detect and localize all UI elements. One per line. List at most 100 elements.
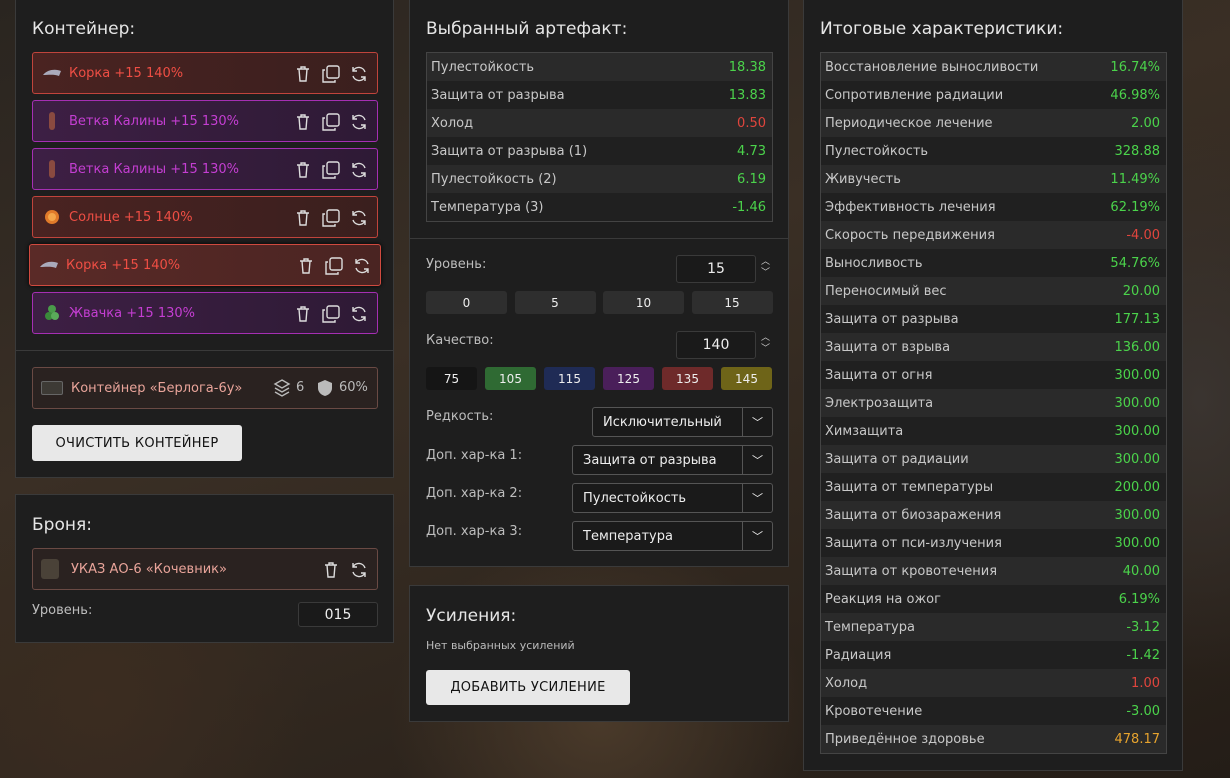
stat-name: Защита от огня <box>825 367 933 383</box>
quality-preset-button[interactable]: 125 <box>603 367 654 390</box>
stat-value: 0.50 <box>737 115 766 131</box>
protection-value: 60% <box>339 380 368 395</box>
quality-preset-button[interactable]: 115 <box>544 367 595 390</box>
replace-icon[interactable] <box>349 112 369 132</box>
stat-row: Приведённое здоровье 478.17 <box>821 725 1166 753</box>
slot-name: Жвачка +15 130% <box>69 305 195 321</box>
replace-icon[interactable] <box>349 64 369 84</box>
delete-icon[interactable] <box>321 560 341 580</box>
stat-row: Защита от пси-излучения 300.00 <box>821 529 1166 557</box>
chevron-up-icon[interactable]: ︿ <box>761 333 770 344</box>
chevron-down-icon[interactable]: ﹀ <box>761 344 770 355</box>
copy-icon[interactable] <box>321 64 341 84</box>
stat-name: Реакция на ожог <box>825 591 941 607</box>
armor-icon <box>41 559 59 579</box>
gum-icon <box>41 302 63 324</box>
chevron-down-icon[interactable]: ﹀ <box>742 522 772 550</box>
armor-level-input[interactable]: 015 <box>298 602 378 627</box>
stat-row: Выносливость 54.76% <box>821 249 1166 277</box>
stat-row: Холод 1.00 <box>821 669 1166 697</box>
armor-slot[interactable]: УКАЗ АО-6 «Кочевник» <box>32 548 378 590</box>
level-stepper[interactable]: ︿ ﹀ <box>761 257 770 279</box>
level-preset-button[interactable]: 15 <box>691 291 773 314</box>
delete-icon[interactable] <box>293 112 313 132</box>
stat-row: Кровотечение -3.00 <box>821 697 1166 725</box>
replace-icon[interactable] <box>349 560 369 580</box>
delete-icon[interactable] <box>293 208 313 228</box>
stat-name: Восстановление выносливости <box>825 59 1039 75</box>
stat-row: Скорость передвижения -4.00 <box>821 221 1166 249</box>
branch-icon <box>41 158 63 180</box>
delete-icon[interactable] <box>293 304 313 324</box>
stat-name: Защита от кровотечения <box>825 563 998 579</box>
clear-container-button[interactable]: ОЧИСТИТЬ КОНТЕЙНЕР <box>32 425 242 461</box>
copy-icon[interactable] <box>321 112 341 132</box>
level-preset-button[interactable]: 0 <box>426 291 507 314</box>
quality-preset-button[interactable]: 135 <box>662 367 713 390</box>
add-boost-button[interactable]: ДОБАВИТЬ УСИЛЕНИЕ <box>426 670 630 705</box>
stat-name: Электрозащита <box>825 395 934 411</box>
level-input[interactable]: 15 <box>676 255 756 283</box>
copy-icon[interactable] <box>324 256 344 276</box>
copy-icon[interactable] <box>321 160 341 180</box>
delete-icon[interactable] <box>293 64 313 84</box>
chevron-up-icon[interactable]: ︿ <box>761 257 770 268</box>
quality-input[interactable]: 140 <box>676 331 756 359</box>
chevron-down-icon[interactable]: ﹀ <box>742 446 772 474</box>
extra-stat-value: Пулестойкость <box>583 490 687 506</box>
container-icon <box>41 381 63 395</box>
stat-value: 300.00 <box>1114 395 1161 411</box>
stat-value: 62.19% <box>1110 199 1160 215</box>
stat-name: Сопротивление радиации <box>825 87 1004 103</box>
delete-icon[interactable] <box>296 256 316 276</box>
stat-value: 478.17 <box>1114 731 1161 747</box>
container-slot[interactable]: Ветка Калины +15 130% <box>32 100 378 142</box>
rarity-select[interactable]: Исключительный ﹀ <box>592 407 773 437</box>
container-slot[interactable]: Солнце +15 140% <box>32 196 378 238</box>
divider <box>16 350 393 351</box>
stat-row: Сопротивление радиации 46.98% <box>821 81 1166 109</box>
quality-stepper[interactable]: ︿ ﹀ <box>761 333 770 355</box>
stat-row: Эффективность лечения 62.19% <box>821 193 1166 221</box>
container-info[interactable]: Контейнер «Берлога-6у» 6 60% <box>32 367 378 409</box>
stat-value: -1.46 <box>732 199 766 215</box>
level-preset-button[interactable]: 5 <box>514 291 596 314</box>
container-slot[interactable]: Ветка Калины +15 130% <box>32 148 378 190</box>
stat-value: 200.00 <box>1114 479 1161 495</box>
copy-icon[interactable] <box>321 304 341 324</box>
level-preset-button[interactable]: 10 <box>603 291 684 314</box>
chevron-down-icon[interactable]: ﹀ <box>742 484 772 512</box>
replace-icon[interactable] <box>349 304 369 324</box>
extra-stat-select[interactable]: Пулестойкость ﹀ <box>572 483 773 513</box>
totals-title: Итоговые характеристики: <box>820 19 1064 39</box>
extra-stat-select[interactable]: Температура ﹀ <box>572 521 773 551</box>
stat-value: 300.00 <box>1114 535 1161 551</box>
delete-icon[interactable] <box>293 160 313 180</box>
slot-name: Корка +15 140% <box>66 257 181 273</box>
stat-value: 300.00 <box>1114 451 1161 467</box>
container-slot[interactable]: Корка +15 140% <box>32 52 378 94</box>
copy-icon[interactable] <box>321 208 341 228</box>
container-slot[interactable]: Жвачка +15 130% <box>32 292 378 334</box>
stat-name: Радиация <box>825 647 892 663</box>
quality-preset-button[interactable]: 75 <box>426 367 477 390</box>
stat-value: -3.12 <box>1126 619 1160 635</box>
replace-icon[interactable] <box>352 256 372 276</box>
quality-preset-button[interactable]: 145 <box>721 367 772 390</box>
bark-icon <box>38 254 60 276</box>
chevron-down-icon[interactable]: ﹀ <box>742 408 772 436</box>
quality-label: Качество: <box>426 333 494 348</box>
stat-value: 177.13 <box>1114 311 1161 327</box>
replace-icon[interactable] <box>349 160 369 180</box>
level-label: Уровень: <box>426 257 487 272</box>
stat-name: Приведённое здоровье <box>825 731 985 747</box>
container-slot[interactable]: Корка +15 140% <box>29 244 381 286</box>
stat-value: 2.00 <box>1131 115 1160 131</box>
quality-preset-button[interactable]: 105 <box>485 367 536 390</box>
stat-row: Периодическое лечение 2.00 <box>821 109 1166 137</box>
stat-name: Пулестойкость <box>825 143 929 159</box>
chevron-down-icon[interactable]: ﹀ <box>761 268 770 279</box>
extra-stat-select[interactable]: Защита от разрыва ﹀ <box>572 445 773 475</box>
replace-icon[interactable] <box>349 208 369 228</box>
stat-value: 16.74% <box>1110 59 1160 75</box>
